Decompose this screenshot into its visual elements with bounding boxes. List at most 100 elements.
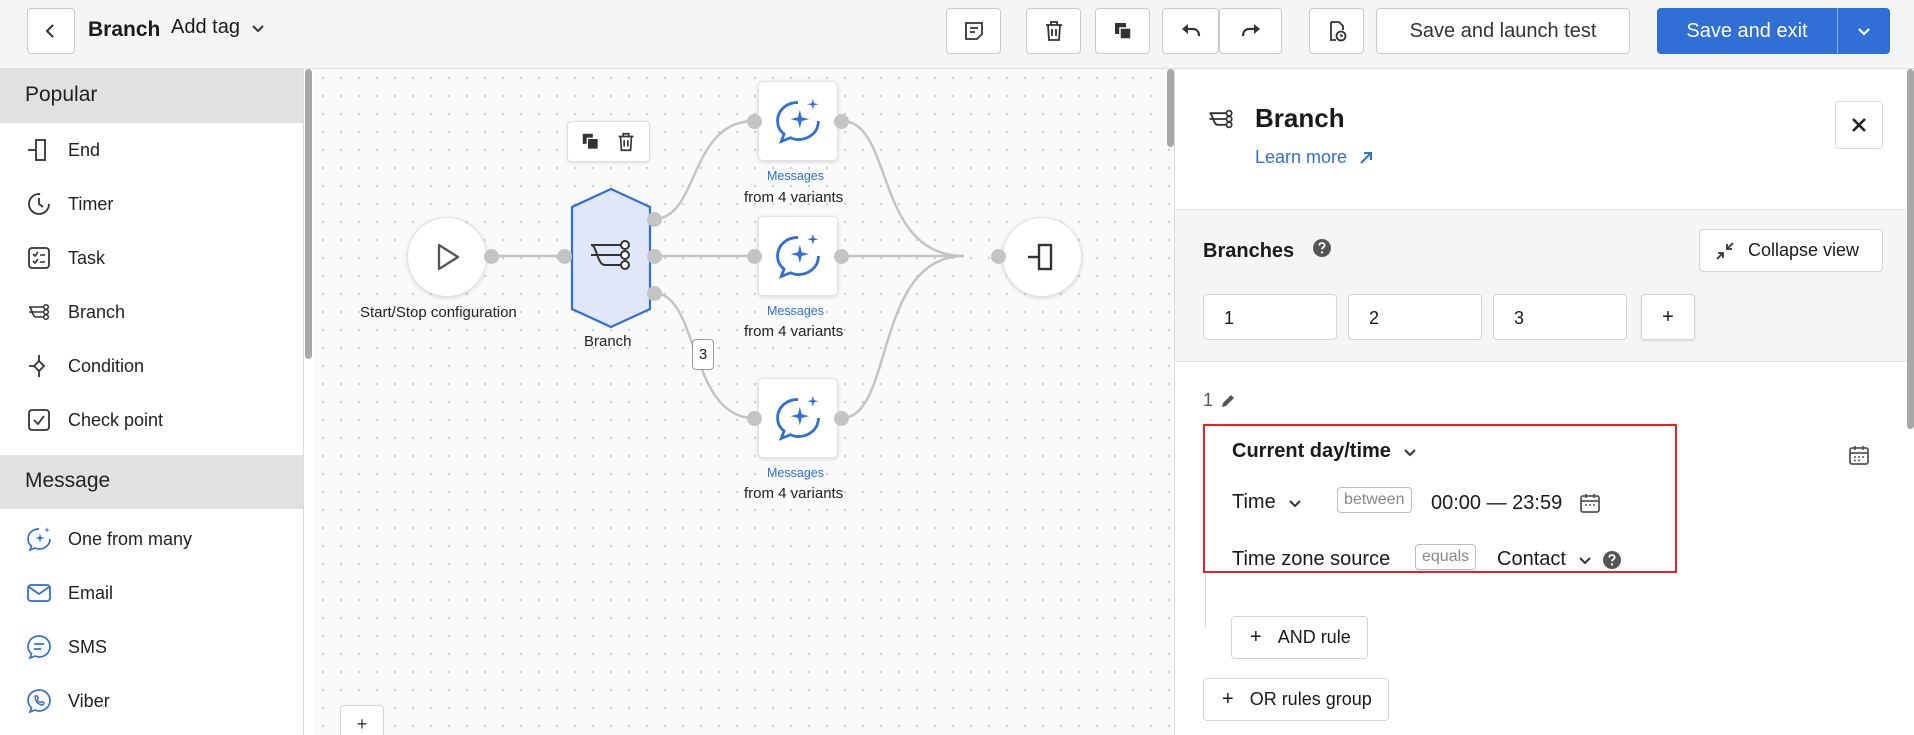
canvas-add-button[interactable]: +: [340, 705, 384, 735]
element-palette: Popular End Timer Task Branch Condition …: [0, 69, 304, 735]
flow-canvas[interactable]: Start/Stop configuration Branch 3 Messag…: [314, 69, 1174, 735]
sparkle-chat-icon: [24, 524, 54, 554]
connector-dot[interactable]: [747, 411, 762, 426]
trash-icon[interactable]: [615, 131, 637, 153]
palette-item-condition[interactable]: Condition: [0, 339, 303, 393]
node-toolbar: [567, 121, 650, 162]
help-icon[interactable]: [1602, 550, 1622, 570]
redo-button[interactable]: [1219, 8, 1282, 54]
end-icon: [1028, 243, 1053, 271]
delete-button[interactable]: [1026, 8, 1081, 54]
notes-button[interactable]: [946, 8, 1001, 54]
and-rule-label: AND rule: [1277, 627, 1351, 647]
branch-icon: [24, 297, 54, 327]
save-exit-label: Save and exit: [1686, 19, 1808, 42]
sparkle-chat-icon: [776, 98, 820, 144]
palette-item-label: End: [68, 139, 101, 160]
palette-item-branch[interactable]: Branch: [0, 285, 303, 339]
connector-dot[interactable]: [834, 249, 849, 264]
collapse-arrows-icon: [1716, 241, 1734, 260]
learn-more-link[interactable]: Learn more: [1255, 147, 1375, 168]
calendar-icon[interactable]: [1847, 443, 1871, 467]
duplicate-button[interactable]: [1095, 8, 1150, 54]
save-launch-test-button[interactable]: Save and launch test: [1376, 8, 1630, 54]
collapse-view-button[interactable]: Collapse view: [1699, 229, 1883, 272]
branch-tab-3[interactable]: 3: [1493, 294, 1627, 340]
add-or-group-button[interactable]: + OR rules group: [1203, 678, 1389, 721]
timezone-source-label: Time zone source: [1232, 548, 1391, 570]
section-message: Message: [0, 455, 303, 509]
plus-icon: +: [1250, 626, 1262, 648]
branch-count-badge: 3: [692, 339, 714, 370]
plus-icon: +: [1222, 688, 1234, 710]
palette-item-viber[interactable]: Viber: [0, 674, 303, 728]
calendar-icon: [1580, 494, 1601, 513]
palette-item-end[interactable]: End: [0, 123, 303, 177]
help-icon[interactable]: [1312, 238, 1332, 258]
message-node-2[interactable]: [758, 216, 838, 296]
undo-button[interactable]: [1162, 8, 1219, 54]
start-node-label: Start/Stop configuration: [360, 304, 517, 321]
branch-tab-label: 2: [1369, 308, 1380, 328]
top-bar: Branch Add tag Save and launch test Save…: [0, 0, 1914, 69]
connector-dot[interactable]: [557, 249, 572, 264]
redo-icon: [1241, 24, 1260, 37]
message-node-subtitle: from 4 variants: [744, 189, 844, 206]
message-node-3[interactable]: [758, 378, 838, 458]
condition-type-label: Current day/time: [1232, 440, 1391, 462]
palette-item-label: Task: [68, 247, 106, 268]
back-button[interactable]: [27, 8, 75, 54]
palette-item-sms[interactable]: SMS: [0, 620, 303, 674]
panel-scrollbar[interactable]: [1907, 69, 1914, 429]
connector-dot[interactable]: [747, 114, 762, 129]
connector-dot[interactable]: [647, 212, 662, 227]
add-branch-button[interactable]: +: [1641, 294, 1695, 340]
task-icon: [24, 243, 54, 273]
palette-item-one-from-many[interactable]: One from many: [0, 512, 303, 566]
history-button[interactable]: [1309, 8, 1364, 54]
start-node[interactable]: [407, 217, 487, 297]
palette-item-task[interactable]: Task: [0, 231, 303, 285]
save-options-dropdown[interactable]: [1837, 8, 1890, 54]
branch-tab-2[interactable]: 2: [1348, 294, 1482, 340]
branch-node-label: Branch: [584, 333, 632, 350]
branch-tab-1[interactable]: 1: [1203, 294, 1337, 340]
timer-icon: [24, 189, 54, 219]
message-node-1[interactable]: [758, 81, 838, 161]
palette-item-label: Viber: [68, 690, 110, 711]
palette-item-email[interactable]: Email: [0, 566, 303, 620]
section-popular: Popular: [0, 69, 303, 123]
end-node[interactable]: [1002, 217, 1082, 297]
rule-group-line: [1205, 573, 1206, 628]
chevron-down-icon: [1404, 448, 1416, 456]
branch-node[interactable]: [568, 187, 654, 329]
sidebar-scrollbar[interactable]: [305, 69, 312, 359]
add-and-rule-button[interactable]: + AND rule: [1231, 616, 1368, 659]
condition-type-dropdown[interactable]: Current day/time: [1232, 440, 1419, 463]
condition-icon: [24, 351, 54, 381]
canvas-scrollbar[interactable]: [1167, 69, 1174, 147]
message-node-title: Messages: [767, 466, 824, 480]
time-field-dropdown[interactable]: Time: [1232, 491, 1304, 514]
palette-item-check-point[interactable]: Check point: [0, 393, 303, 447]
play-icon: [437, 243, 460, 271]
connector-dot[interactable]: [484, 249, 499, 264]
rule-group-index: 1: [1203, 390, 1237, 411]
copy-icon[interactable]: [580, 131, 602, 153]
close-panel-button[interactable]: [1835, 101, 1883, 149]
pencil-icon[interactable]: [1219, 392, 1237, 410]
connector-dot[interactable]: [834, 411, 849, 426]
save-exit-button[interactable]: Save and exit: [1657, 8, 1837, 54]
connector-dot[interactable]: [647, 286, 662, 301]
connector-dot[interactable]: [991, 249, 1006, 264]
notes-icon: [964, 22, 983, 40]
time-range-value[interactable]: 00:00 — 23:59: [1431, 491, 1602, 515]
sparkle-chat-icon: [776, 395, 820, 441]
palette-item-timer[interactable]: Timer: [0, 177, 303, 231]
external-arrow-icon: [1360, 151, 1373, 164]
add-tag-dropdown[interactable]: Add tag: [171, 16, 268, 39]
connector-dot[interactable]: [747, 249, 762, 264]
timezone-value-dropdown[interactable]: Contact: [1497, 548, 1622, 571]
connector-dot[interactable]: [647, 249, 662, 264]
connector-dot[interactable]: [834, 114, 849, 129]
